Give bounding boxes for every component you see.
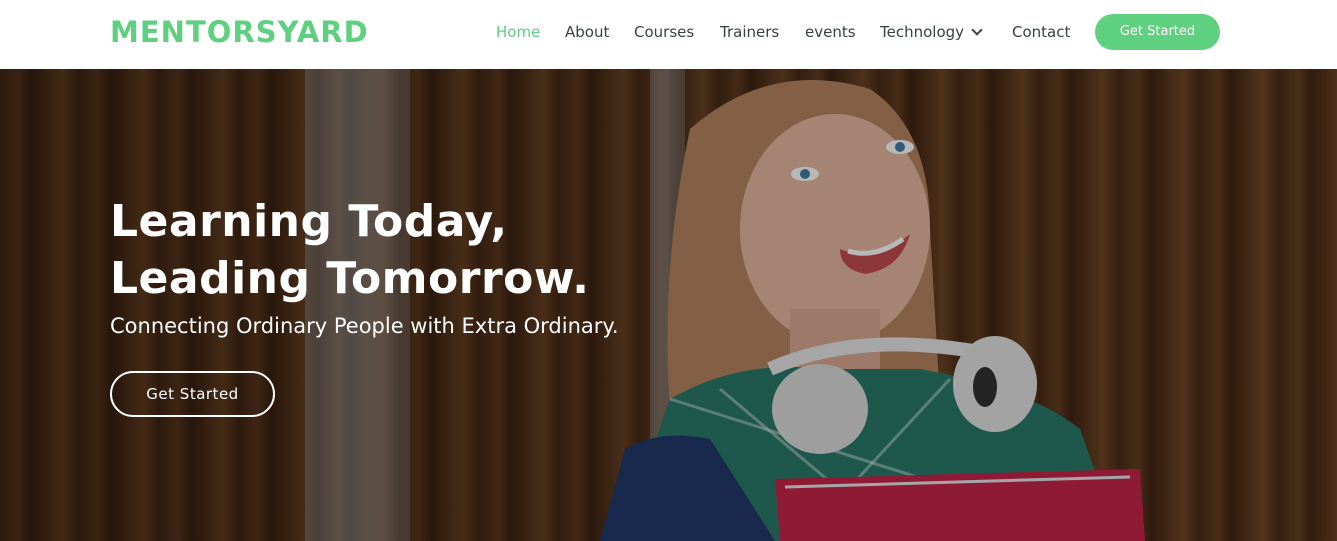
- nav-item-technology-label: Technology: [880, 23, 965, 41]
- site-header: MENTORSYARD Home About Courses Trainers …: [0, 0, 1337, 69]
- nav-item-about[interactable]: About: [565, 21, 609, 43]
- nav-item-trainers[interactable]: Trainers: [720, 21, 779, 43]
- get-started-header-button[interactable]: Get Started: [1095, 14, 1220, 50]
- hero-title-line-1: Learning Today,: [110, 196, 508, 247]
- nav-item-technology[interactable]: Technology: [880, 21, 983, 43]
- hero-section: Learning Today, Leading Tomorrow. Connec…: [0, 69, 1337, 541]
- chevron-down-icon: [971, 24, 983, 36]
- nav-item-courses[interactable]: Courses: [634, 21, 694, 43]
- nav-item-contact[interactable]: Contact: [1012, 21, 1070, 43]
- hero-title: Learning Today, Leading Tomorrow.: [110, 193, 589, 307]
- hero-title-line-2: Leading Tomorrow.: [110, 253, 590, 304]
- get-started-hero-button[interactable]: Get Started: [110, 371, 275, 417]
- hero-subtitle: Connecting Ordinary People with Extra Or…: [110, 314, 619, 338]
- nav-item-home[interactable]: Home: [496, 21, 540, 43]
- nav-item-events[interactable]: events: [805, 21, 856, 43]
